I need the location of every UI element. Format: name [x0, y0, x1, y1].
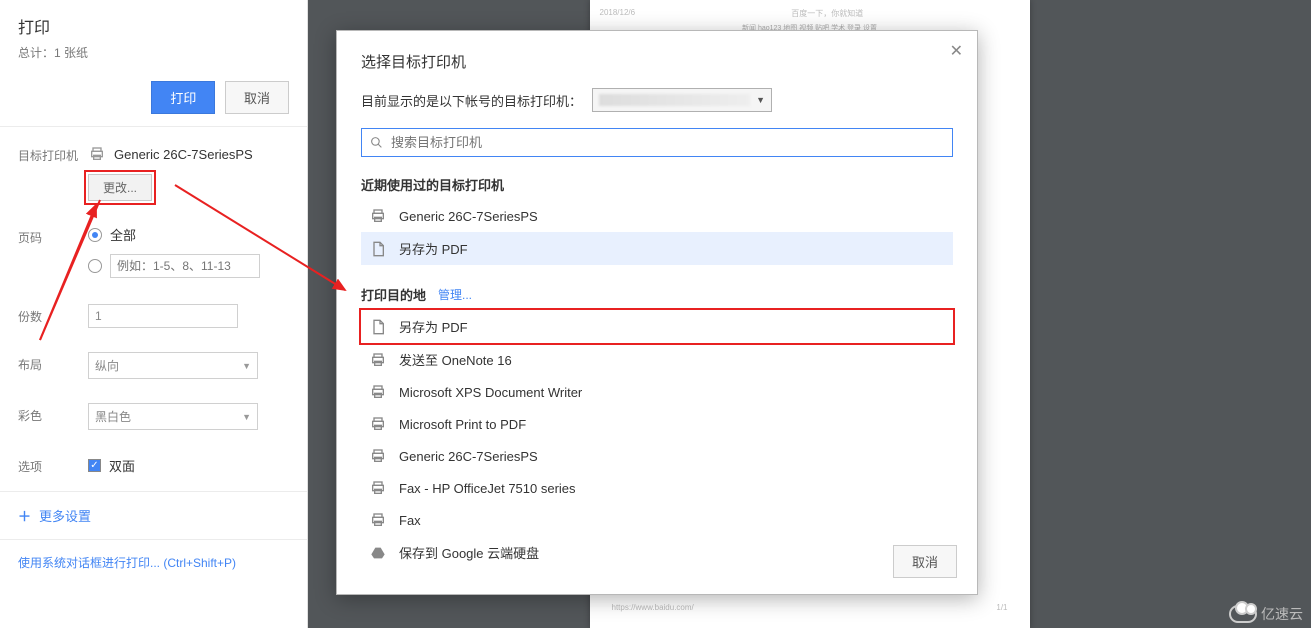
change-destination-button[interactable]: 更改... [88, 174, 152, 201]
destination-value-line: Generic 26C-7SeriesPS [88, 143, 289, 162]
recent-list: Generic 26C-7SeriesPS 另存为 PDF [361, 200, 953, 265]
copies-input[interactable] [88, 304, 238, 328]
printer-item-label: Fax [399, 513, 421, 528]
sidebar-buttons: 打印 取消 [0, 69, 307, 127]
layout-select[interactable]: 纵向 ▼ [88, 352, 258, 379]
printer-item[interactable]: Fax [361, 504, 953, 536]
preview-date: 2018/12/6 [600, 8, 636, 19]
layout-label: 布局 [18, 352, 88, 373]
preview-url: https://www.baidu.com/ [612, 603, 694, 612]
printer-icon [369, 415, 387, 433]
color-label: 彩色 [18, 403, 88, 424]
print-sidebar: 打印 总计：1 张纸 打印 取消 目标打印机 Generic 26C-7Seri… [0, 0, 308, 628]
system-dialog-link[interactable]: 使用系统对话框进行打印... (Ctrl+Shift+P) [0, 539, 307, 585]
destination-label: 目标打印机 [18, 143, 88, 164]
options-label: 选项 [18, 454, 88, 475]
destinations-section-label: 打印目的地 管理... [361, 285, 953, 304]
plus-icon: ＋ [18, 506, 31, 525]
printer-icon [88, 146, 106, 162]
color-select[interactable]: 黑白色 ▼ [88, 403, 258, 430]
printer-item-label: Fax - HP OfficeJet 7510 series [399, 481, 576, 496]
printer-icon [369, 511, 387, 529]
pages-label: 页码 [18, 225, 88, 246]
pages-range-input[interactable] [110, 254, 260, 278]
printer-item[interactable]: Microsoft XPS Document Writer [361, 376, 953, 408]
account-select[interactable]: ▼ [592, 88, 772, 112]
printer-item[interactable]: 发送至 OneNote 16 [361, 343, 953, 376]
printer-item-label: 发送至 OneNote 16 [399, 350, 512, 369]
printer-item[interactable]: 另存为 PDF [361, 310, 953, 343]
print-button[interactable]: 打印 [151, 81, 215, 114]
printer-item[interactable]: 保存到 Google 云端硬盘 [361, 536, 953, 569]
row-pages: 页码 全部 [0, 213, 307, 292]
pages-all-label: 全部 [110, 225, 136, 244]
row-layout: 布局 纵向 ▼ [0, 340, 307, 391]
printer-item-label: 另存为 PDF [399, 317, 468, 336]
printer-item[interactable]: 另存为 PDF [361, 232, 953, 265]
printer-icon [369, 207, 387, 225]
chevron-down-icon: ▼ [242, 412, 251, 422]
sidebar-header: 打印 总计：1 张纸 [0, 0, 307, 69]
preview-headline: 百度一下，你就知道 [791, 8, 863, 19]
close-icon[interactable]: ✕ [950, 41, 963, 61]
print-title: 打印 [18, 14, 289, 38]
printer-item-label: 保存到 Google 云端硬盘 [399, 543, 539, 562]
row-destination: 目标打印机 Generic 26C-7SeriesPS 更改... [0, 131, 307, 213]
more-settings-button[interactable]: ＋ 更多设置 [0, 491, 307, 539]
printer-item-label: Microsoft Print to PDF [399, 417, 526, 432]
printer-icon [369, 351, 387, 369]
chevron-down-icon: ▼ [242, 361, 251, 371]
total-sheets: 总计：1 张纸 [18, 44, 289, 61]
row-color: 彩色 黑白色 ▼ [0, 391, 307, 442]
cancel-button[interactable]: 取消 [225, 81, 289, 114]
printer-item-label: Microsoft XPS Document Writer [399, 385, 582, 400]
search-input[interactable] [391, 135, 944, 150]
copies-label: 份数 [18, 304, 88, 325]
printer-item[interactable]: Microsoft Print to PDF [361, 408, 953, 440]
duplex-checkbox[interactable]: ✓ 双面 [88, 454, 289, 475]
search-box[interactable] [361, 128, 953, 157]
preview-page-num: 1/1 [996, 603, 1007, 612]
pages-range-radio[interactable] [88, 254, 289, 278]
printer-icon [369, 447, 387, 465]
row-copies: 份数 [0, 292, 307, 340]
printer-item-label: Generic 26C-7SeriesPS [399, 209, 538, 224]
printer-item[interactable]: Generic 26C-7SeriesPS [361, 440, 953, 472]
select-destination-modal: ✕ 选择目标打印机 目前显示的是以下帐号的目标打印机： ▼ 近期使用过的目标打印… [336, 30, 978, 595]
printer-item[interactable]: Generic 26C-7SeriesPS [361, 200, 953, 232]
watermark: 亿速云 [1229, 604, 1303, 624]
check-icon: ✓ [88, 459, 101, 472]
destinations-list: 另存为 PDF 发送至 OneNote 16 Microsoft XPS Docum… [361, 310, 953, 569]
manage-link[interactable]: 管理... [438, 286, 472, 303]
file-icon [369, 240, 387, 258]
modal-cancel-button[interactable]: 取消 [893, 545, 957, 578]
printer-item-label: 另存为 PDF [399, 239, 468, 258]
printer-item[interactable]: Fax - HP OfficeJet 7510 series [361, 472, 953, 504]
recent-section-label: 近期使用过的目标打印机 [361, 175, 953, 194]
drive-icon [369, 544, 387, 562]
file-icon [369, 318, 387, 336]
pages-all-radio[interactable]: 全部 [88, 225, 289, 244]
search-icon [370, 136, 383, 149]
printer-item-label: Generic 26C-7SeriesPS [399, 449, 538, 464]
printer-icon [369, 479, 387, 497]
row-options: 选项 ✓ 双面 [0, 442, 307, 487]
printer-icon [369, 383, 387, 401]
destination-value: Generic 26C-7SeriesPS [114, 147, 253, 162]
modal-title: 选择目标打印机 [361, 51, 953, 72]
cloud-icon [1229, 605, 1257, 623]
account-filter-line: 目前显示的是以下帐号的目标打印机： ▼ [361, 88, 953, 112]
chevron-down-icon: ▼ [756, 95, 765, 105]
